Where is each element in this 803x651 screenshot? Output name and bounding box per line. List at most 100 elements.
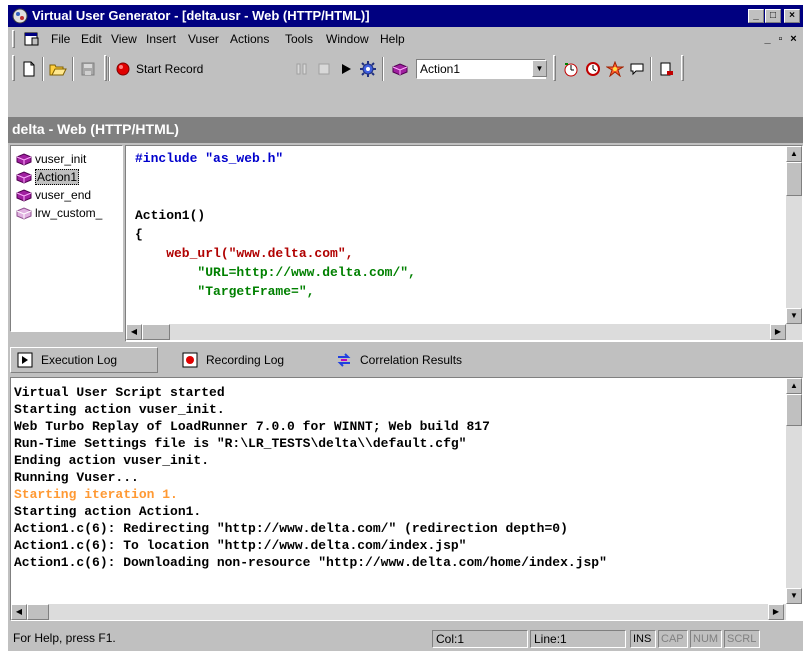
step-button[interactable] bbox=[560, 58, 582, 80]
run-time-settings-button[interactable] bbox=[357, 58, 379, 80]
log-horizontal-scrollbar[interactable]: ◀ ▶ bbox=[11, 604, 786, 620]
action-cube-icon bbox=[16, 171, 32, 184]
tree-item-label: vuser_end bbox=[35, 188, 92, 202]
mdi-restore-button[interactable]: ▫ bbox=[774, 33, 787, 46]
stop-button[interactable] bbox=[313, 58, 335, 80]
start-record-label: Start Record bbox=[136, 62, 204, 76]
toolbar: Start Record Action1 ▼ bbox=[8, 51, 803, 85]
menu-actions[interactable]: Actions bbox=[230, 32, 269, 46]
new-icon bbox=[23, 61, 35, 77]
record-icon bbox=[182, 352, 198, 368]
execution-log[interactable]: Virtual User Script started Starting act… bbox=[10, 377, 803, 621]
action-select-dropdown[interactable]: ▼ bbox=[532, 60, 547, 77]
scroll-thumb[interactable] bbox=[786, 162, 802, 196]
save-button[interactable] bbox=[77, 58, 99, 80]
log-line: Action1.c(6): Downloading non-resource "… bbox=[14, 555, 607, 570]
status-ins-indicator: INS bbox=[630, 630, 656, 648]
action-cube-icon bbox=[392, 63, 408, 76]
pause-icon bbox=[296, 63, 307, 75]
toolbar-separator bbox=[650, 57, 652, 81]
log-line: Run-Time Settings file is "R:\LR_TESTS\d… bbox=[14, 436, 467, 451]
tree-item-vuser-init[interactable]: vuser_init bbox=[15, 150, 86, 168]
gear-icon bbox=[360, 61, 376, 77]
code-line: Action1() bbox=[135, 208, 206, 223]
scroll-up-button[interactable]: ▲ bbox=[786, 378, 802, 394]
scroll-right-button[interactable]: ▶ bbox=[768, 604, 784, 620]
scroll-left-button[interactable]: ◀ bbox=[126, 324, 142, 340]
create-action-button[interactable] bbox=[389, 58, 411, 80]
toolbar-grip[interactable] bbox=[12, 55, 15, 81]
menu-tools[interactable]: Tools bbox=[285, 32, 313, 46]
mdi-close-button[interactable]: × bbox=[787, 33, 800, 46]
tab-execution-log[interactable]: Execution Log bbox=[10, 347, 158, 373]
tab-recording-log[interactable]: Recording Log bbox=[176, 347, 324, 373]
pause-button[interactable] bbox=[291, 58, 313, 80]
minimize-button[interactable]: _ bbox=[748, 9, 764, 23]
comment-button[interactable] bbox=[626, 58, 648, 80]
close-button[interactable]: × bbox=[784, 9, 800, 23]
menu-file[interactable]: File bbox=[51, 32, 70, 46]
title-bar[interactable]: Virtual User Generator - [delta.usr - We… bbox=[8, 5, 803, 27]
scroll-thumb[interactable] bbox=[27, 604, 49, 620]
menu-help[interactable]: Help bbox=[380, 32, 405, 46]
scroll-up-button[interactable]: ▲ bbox=[786, 146, 802, 162]
play-icon bbox=[17, 352, 33, 368]
menu-window[interactable]: Window bbox=[326, 32, 369, 46]
scroll-thumb[interactable] bbox=[786, 394, 802, 426]
arrow-right-icon: ▶ bbox=[772, 607, 780, 616]
menu-insert[interactable]: Insert bbox=[146, 32, 176, 46]
new-script-button[interactable] bbox=[18, 58, 40, 80]
menu-edit[interactable]: Edit bbox=[81, 32, 102, 46]
status-bar: For Help, press F1. Col:1 Line:1 INS CAP… bbox=[8, 628, 803, 651]
toolbar-separator bbox=[108, 57, 110, 81]
start-record-button[interactable]: Start Record bbox=[116, 58, 306, 80]
record-icon bbox=[116, 62, 130, 76]
status-num-indicator: NUM bbox=[690, 630, 722, 648]
tree-item-action1[interactable]: Action1 bbox=[15, 168, 80, 186]
log-line: Starting action vuser_init. bbox=[14, 402, 225, 417]
code-line: #include "as_web.h" bbox=[135, 151, 283, 166]
star-icon bbox=[606, 61, 624, 77]
code-editor[interactable]: #include "as_web.h" Action1() { web_url(… bbox=[125, 145, 803, 342]
script-header-title: delta - Web (HTTP/HTML) bbox=[12, 121, 179, 137]
tree-item-vuser-end[interactable]: vuser_end bbox=[15, 186, 91, 204]
open-button[interactable] bbox=[47, 58, 69, 80]
tree-item-lrw-custom[interactable]: lrw_custom_ bbox=[15, 204, 102, 222]
action-cube-icon bbox=[16, 153, 32, 166]
chevron-down-icon: ▼ bbox=[535, 64, 544, 73]
scroll-left-button[interactable]: ◀ bbox=[11, 604, 27, 620]
scroll-down-button[interactable]: ▼ bbox=[786, 308, 802, 324]
tab-label: Correlation Results bbox=[360, 353, 463, 367]
log-line: Web Turbo Replay of LoadRunner 7.0.0 for… bbox=[14, 419, 490, 434]
menu-vuser[interactable]: Vuser bbox=[188, 32, 219, 46]
vugen-app-icon bbox=[12, 8, 28, 24]
editor-horizontal-scrollbar[interactable]: ◀ ▶ bbox=[126, 324, 802, 340]
scroll-thumb[interactable] bbox=[142, 324, 170, 340]
vugen-window: Virtual User Generator - [delta.usr - We… bbox=[8, 5, 803, 651]
scroll-down-button[interactable]: ▼ bbox=[786, 588, 802, 604]
document-icon[interactable] bbox=[24, 31, 40, 47]
toolbar-grip[interactable] bbox=[104, 55, 107, 81]
insert-step-button[interactable] bbox=[656, 58, 678, 80]
output-tabs: Execution Log Recording Log Correlation … bbox=[8, 345, 803, 375]
action-select-value: Action1 bbox=[420, 62, 461, 76]
scroll-right-button[interactable]: ▶ bbox=[770, 324, 786, 340]
menu-grip[interactable] bbox=[12, 30, 15, 48]
tab-label: Recording Log bbox=[206, 353, 285, 367]
menu-view[interactable]: View bbox=[111, 32, 137, 46]
maximize-button[interactable]: □ bbox=[765, 9, 781, 23]
breakpoint-button[interactable] bbox=[582, 58, 604, 80]
action-select[interactable]: Action1 bbox=[416, 59, 546, 79]
mdi-minimize-button[interactable]: _ bbox=[761, 33, 774, 46]
speech-bubble-icon bbox=[630, 63, 644, 76]
toolbar-grip[interactable] bbox=[681, 55, 684, 81]
toolbar-grip[interactable] bbox=[553, 55, 556, 81]
run-button[interactable] bbox=[335, 58, 357, 80]
goto-button[interactable] bbox=[604, 58, 626, 80]
toolbar-separator bbox=[382, 57, 384, 81]
status-help-text: For Help, press F1. bbox=[13, 631, 116, 645]
tab-correlation-results[interactable]: Correlation Results bbox=[330, 347, 490, 373]
log-vertical-scrollbar[interactable]: ▲ ▼ bbox=[786, 378, 802, 604]
editor-vertical-scrollbar[interactable]: ▲ ▼ bbox=[786, 146, 802, 324]
log-line: Running Vuser... bbox=[14, 470, 139, 485]
